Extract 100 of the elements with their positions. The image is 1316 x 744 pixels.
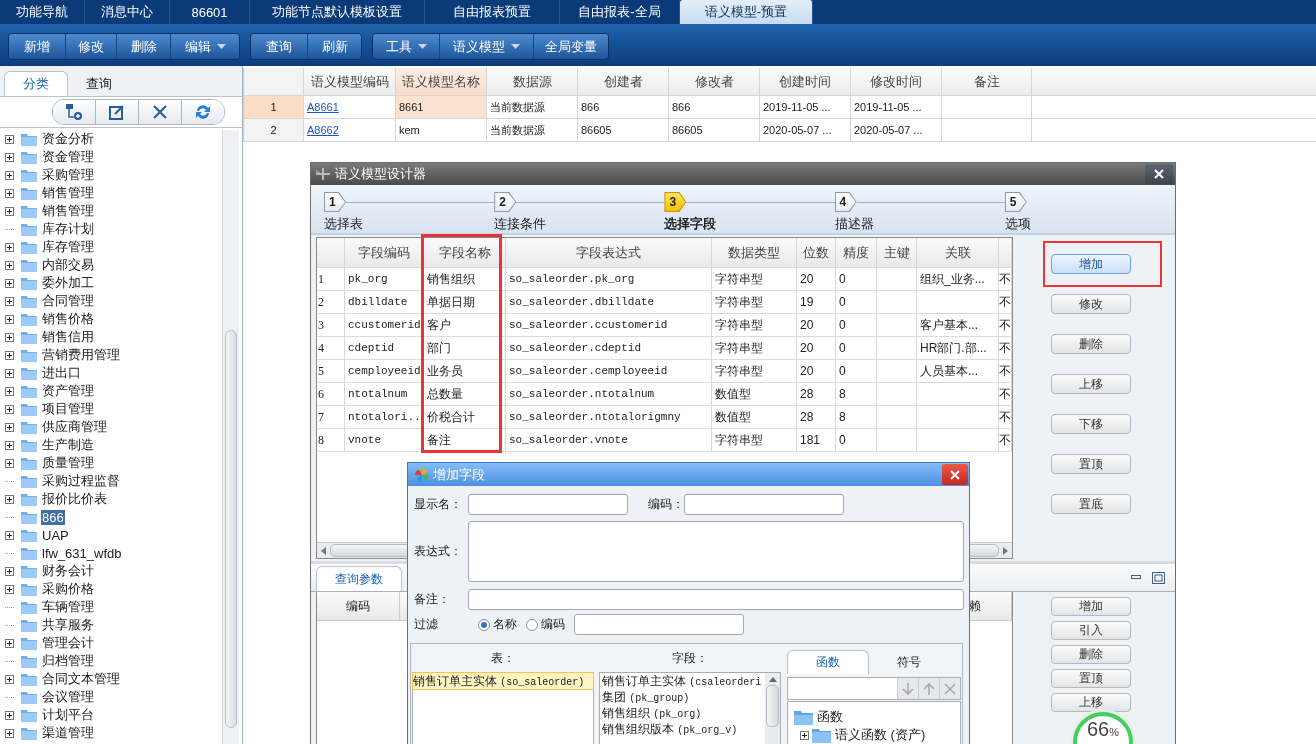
expand-icon[interactable] bbox=[5, 584, 14, 594]
list-item[interactable]: 销售组织 (pk_org) bbox=[602, 705, 765, 721]
tree-item[interactable]: 合同管理 bbox=[41, 292, 95, 310]
action-button[interactable]: 删除 bbox=[1051, 645, 1131, 664]
tree-item[interactable]: 语义函数 (资产) bbox=[835, 726, 926, 744]
tree-item[interactable]: 销售管理 bbox=[41, 184, 95, 202]
action-button[interactable]: 引入 bbox=[1051, 621, 1131, 640]
column-header[interactable]: 数据类型 bbox=[712, 238, 797, 267]
expand-icon[interactable] bbox=[5, 458, 14, 468]
radio-option[interactable]: 名称 bbox=[478, 616, 517, 633]
tree-item[interactable]: 库存计划 bbox=[41, 220, 95, 238]
action-button[interactable]: 修改 bbox=[1051, 294, 1131, 314]
toolbar-button[interactable]: 全局变量 bbox=[534, 34, 608, 59]
tree-item[interactable]: lfw_631_wfdb bbox=[41, 545, 123, 561]
column-header[interactable]: 位数 bbox=[797, 238, 836, 267]
expand-icon[interactable] bbox=[5, 440, 14, 450]
tree-item[interactable]: UAP bbox=[41, 527, 70, 543]
tree-item[interactable]: 供应商管理 bbox=[41, 418, 108, 436]
tree-item[interactable]: 渠道管理 bbox=[41, 724, 95, 742]
tree-item[interactable]: 销售管理 bbox=[41, 202, 95, 220]
step-number[interactable]: 2 bbox=[494, 192, 517, 212]
column-header[interactable]: 修改时间 bbox=[851, 68, 942, 95]
tree-item[interactable]: 管理会计 bbox=[41, 634, 95, 652]
list-item[interactable]: 销售组织版本 (pk_org_v) bbox=[602, 721, 765, 737]
left-arrow-icon[interactable] bbox=[320, 546, 328, 555]
tree-item[interactable]: 资产管理 bbox=[41, 382, 95, 400]
tree-item[interactable]: 函数 bbox=[817, 708, 843, 726]
column-header[interactable]: 字段编码 bbox=[345, 238, 424, 267]
action-button[interactable]: 置顶 bbox=[1051, 669, 1131, 688]
expand-icon[interactable] bbox=[5, 188, 14, 198]
edit-icon[interactable] bbox=[96, 100, 139, 124]
tree-item[interactable]: 质量管理 bbox=[41, 454, 95, 472]
tree-item[interactable]: 委外加工 bbox=[41, 274, 95, 292]
filter-field[interactable] bbox=[574, 614, 744, 635]
column-header[interactable]: 字段表达式 bbox=[506, 238, 712, 267]
scrollbar[interactable] bbox=[765, 673, 780, 744]
expand-icon[interactable] bbox=[5, 170, 14, 180]
expand-icon[interactable] bbox=[5, 134, 14, 144]
column-header[interactable]: 字段名称 bbox=[424, 238, 506, 267]
expand-icon[interactable] bbox=[5, 152, 14, 162]
expand-icon[interactable] bbox=[5, 260, 14, 270]
memory-badge[interactable]: 66% bbox=[1073, 712, 1133, 744]
expand-icon[interactable] bbox=[5, 494, 14, 504]
tree-item[interactable]: 资金分析 bbox=[41, 130, 95, 148]
maximize-icon[interactable] bbox=[1152, 571, 1165, 584]
toolbar-button[interactable]: 删除 bbox=[117, 34, 171, 59]
column-header[interactable]: 主键 bbox=[877, 238, 917, 267]
note-field[interactable] bbox=[468, 589, 964, 610]
model-code-link[interactable]: A8662 bbox=[307, 124, 339, 136]
expand-icon[interactable] bbox=[800, 730, 809, 740]
column-header[interactable]: 编码 bbox=[317, 592, 400, 620]
column-header[interactable]: 备注 bbox=[942, 68, 1032, 95]
action-button[interactable]: 增加 bbox=[1051, 254, 1131, 274]
step-number[interactable]: 4 bbox=[834, 192, 857, 212]
tree-item[interactable]: 合同文本管理 bbox=[41, 670, 121, 688]
sidebar-tab[interactable]: 查询 bbox=[68, 72, 130, 96]
sidebar-tab[interactable]: 分类 bbox=[4, 71, 68, 96]
nav-tab[interactable]: 语义模型-预置 bbox=[680, 0, 813, 24]
expand-icon[interactable] bbox=[5, 386, 14, 396]
delete-icon[interactable] bbox=[139, 100, 182, 124]
action-button[interactable]: 上移 bbox=[1051, 374, 1131, 394]
list-item[interactable]: 销售订单主实体 (so_saleorder) bbox=[413, 673, 593, 689]
step-number[interactable]: 5 bbox=[1004, 192, 1027, 212]
action-button[interactable]: 置底 bbox=[1051, 494, 1131, 514]
expand-icon[interactable] bbox=[5, 368, 14, 378]
tree-item[interactable]: 库存管理 bbox=[41, 238, 95, 256]
step-number[interactable]: 1 bbox=[324, 192, 346, 212]
tree-item[interactable]: 计划平台 bbox=[41, 706, 95, 724]
list-item[interactable]: 销售订单主实体 (csaleorderi bbox=[602, 673, 765, 689]
column-header[interactable]: 数据源 bbox=[487, 68, 578, 95]
tree-item[interactable]: 866 bbox=[41, 509, 65, 525]
tree-item[interactable]: 采购价格 bbox=[41, 580, 95, 598]
column-header[interactable]: 关联 bbox=[917, 238, 999, 267]
expand-icon[interactable] bbox=[5, 206, 14, 216]
column-header[interactable]: 修改者 bbox=[669, 68, 760, 95]
radio-option[interactable]: 编码 bbox=[526, 616, 565, 633]
close-button[interactable] bbox=[1145, 164, 1173, 184]
toolbar-button[interactable]: 修改 bbox=[66, 34, 117, 59]
toolbar-button[interactable]: 查询 bbox=[251, 34, 308, 59]
action-button[interactable]: 下移 bbox=[1051, 414, 1131, 434]
tree-item[interactable]: 共享服务 bbox=[41, 616, 95, 634]
panel-tab[interactable]: 查询参数 bbox=[316, 566, 402, 591]
tree-item[interactable]: 销售信用 bbox=[41, 328, 95, 346]
toolbar-button[interactable]: 新增 bbox=[9, 34, 66, 59]
expand-icon[interactable] bbox=[5, 278, 14, 288]
column-header[interactable]: 创建者 bbox=[578, 68, 669, 95]
action-button[interactable]: 置顶 bbox=[1051, 454, 1131, 474]
tree-item[interactable]: 项目管理 bbox=[41, 400, 95, 418]
radio-icon[interactable] bbox=[526, 618, 538, 631]
tree-item[interactable]: 内部交易 bbox=[41, 256, 95, 274]
expand-icon[interactable] bbox=[5, 296, 14, 306]
tree-item[interactable]: 采购管理 bbox=[41, 166, 95, 184]
action-button[interactable]: 上移 bbox=[1051, 693, 1131, 712]
expand-icon[interactable] bbox=[5, 530, 14, 540]
expand-icon[interactable] bbox=[5, 242, 14, 252]
tree-item[interactable]: 营销费用管理 bbox=[41, 346, 121, 364]
expand-icon[interactable] bbox=[5, 350, 14, 360]
expand-icon[interactable] bbox=[5, 728, 14, 738]
expand-icon[interactable] bbox=[5, 710, 14, 720]
action-button[interactable]: 删除 bbox=[1051, 334, 1131, 354]
